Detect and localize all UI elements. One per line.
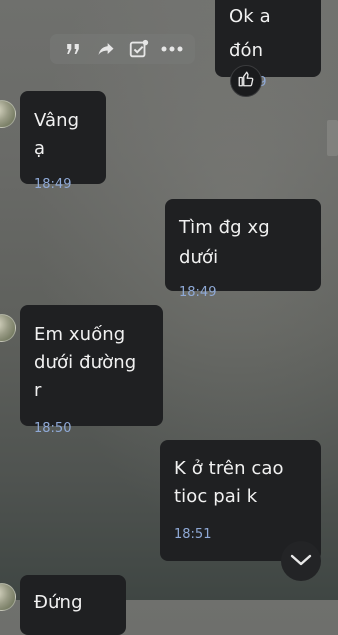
quote-icon[interactable] [61, 37, 85, 61]
message-text-line: dưới đường r [34, 352, 137, 401]
avatar[interactable] [0, 314, 16, 342]
message-bubble-outgoing[interactable]: Tìm đg xg dưới 18:49 [165, 199, 321, 300]
check-icon[interactable] [127, 37, 151, 61]
chevron-down-icon [290, 552, 312, 571]
thumbs-up-icon [237, 70, 255, 92]
message-text-line: Em xuống [34, 324, 126, 345]
message-bubble-incoming[interactable]: Đứng [20, 575, 126, 635]
message-time: 18:49 [34, 177, 72, 192]
message-bubble-outgoing[interactable]: Ok a đón 18:49 [215, 0, 321, 90]
message-text-line: K ở trên cao [174, 458, 284, 479]
message-time: 18:49 [179, 285, 217, 300]
message-text: Đứng [34, 592, 83, 613]
message-text: Ok a đón [229, 6, 271, 61]
reaction-thumbs-up[interactable] [230, 65, 262, 97]
avatar[interactable] [0, 100, 16, 128]
avatar[interactable] [0, 583, 16, 611]
message-action-toolbar [50, 34, 195, 64]
message-time: 18:50 [34, 421, 72, 436]
message-bubble-incoming[interactable]: Vâng ạ 18:49 [20, 91, 106, 192]
scrollbar-thumb[interactable] [327, 120, 338, 156]
message-bubble-incoming[interactable]: Em xuống dưới đường r 18:50 [20, 305, 163, 436]
forward-icon[interactable] [94, 37, 118, 61]
message-text: Vâng ạ [34, 110, 80, 159]
scroll-to-bottom-button[interactable] [281, 541, 321, 581]
message-text: Tìm đg xg dưới [179, 217, 270, 268]
more-icon[interactable] [160, 37, 184, 61]
message-text-line: tioc pai k [174, 486, 258, 507]
message-time: 18:51 [174, 527, 212, 542]
